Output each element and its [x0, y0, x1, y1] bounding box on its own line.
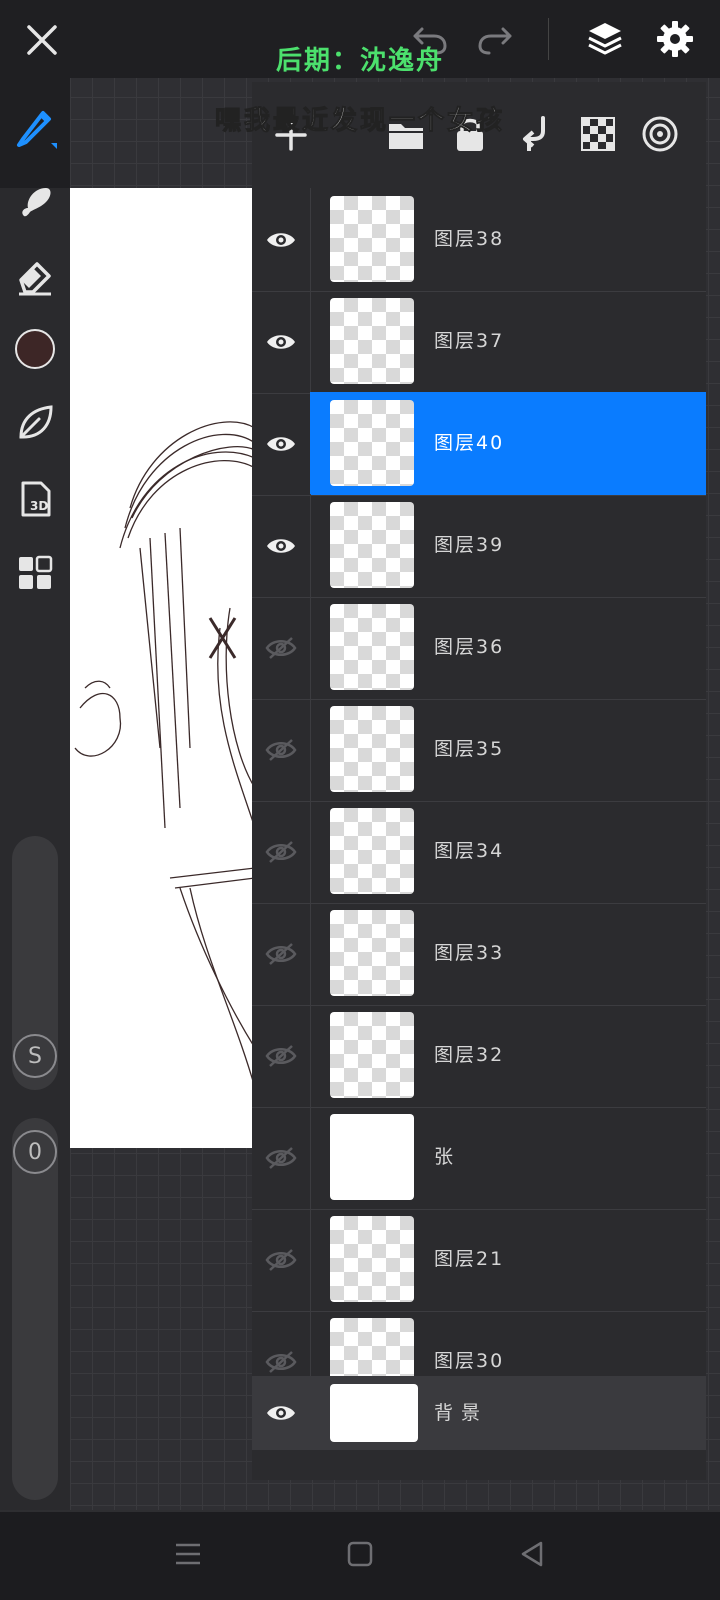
- layer-row[interactable]: 图层38: [252, 188, 706, 292]
- layer-row[interactable]: 图层35: [252, 698, 706, 802]
- svg-text:3D: 3D: [30, 499, 48, 513]
- visibility-hidden-icon[interactable]: [252, 596, 311, 699]
- layer-name: 张: [434, 1146, 456, 1168]
- layer-name: 图层33: [434, 942, 505, 964]
- layer-thumbnail: [330, 1114, 414, 1200]
- top-caption: 后期：沈逸舟: [275, 46, 444, 76]
- drawing-canvas[interactable]: [70, 188, 255, 1148]
- layer-thumbnail: [330, 196, 414, 282]
- leaf-icon[interactable]: [12, 400, 58, 446]
- visibility-hidden-icon[interactable]: [252, 800, 311, 903]
- layer-thumbnail: [330, 1012, 414, 1098]
- system-nav-bar: [0, 1512, 720, 1600]
- layer-main[interactable]: 图层36: [310, 596, 706, 699]
- layer-thumbnail: [330, 604, 414, 690]
- layer-main[interactable]: 图层32: [310, 1004, 706, 1107]
- layer-thumbnail: [330, 298, 414, 384]
- opacity-slider-label: 0: [28, 1139, 42, 1165]
- layer-thumbnail: [330, 910, 414, 996]
- visibility-hidden-icon[interactable]: [252, 1208, 311, 1311]
- layer-row[interactable]: 图层33: [252, 902, 706, 1006]
- layer-main[interactable]: 图层40: [310, 392, 706, 495]
- size-slider-handle[interactable]: S: [13, 1034, 57, 1078]
- layer-name: 图层39: [434, 534, 505, 556]
- visibility-hidden-icon[interactable]: [252, 1106, 311, 1209]
- visibility-eye-icon[interactable]: [252, 1376, 310, 1450]
- layer-main[interactable]: 图层39: [310, 494, 706, 597]
- size-slider-label: S: [28, 1043, 42, 1069]
- layer-row[interactable]: 图层40: [252, 392, 706, 496]
- layer-thumbnail: [330, 1384, 418, 1442]
- layer-main[interactable]: 图层35: [310, 698, 706, 801]
- layer-row[interactable]: 图层32: [252, 1004, 706, 1108]
- layer-main[interactable]: 张: [310, 1106, 706, 1209]
- visibility-hidden-icon[interactable]: [252, 1004, 311, 1107]
- visibility-hidden-icon[interactable]: [252, 698, 311, 801]
- subtitle-caption: 嘿我最近发现一个女孩: [214, 106, 505, 137]
- visibility-eye-icon[interactable]: [252, 290, 311, 393]
- layer-row[interactable]: 图层39: [252, 494, 706, 598]
- layer-main[interactable]: 图层37: [310, 290, 706, 393]
- layer-name: 背景: [434, 1402, 489, 1424]
- 3d-icon[interactable]: 3D: [12, 476, 58, 522]
- visibility-eye-icon[interactable]: [252, 188, 311, 291]
- layer-row[interactable]: 背景: [252, 1376, 706, 1450]
- layer-name: 图层40: [434, 432, 505, 454]
- layer-name: 图层38: [434, 228, 505, 250]
- layer-thumbnail: [330, 502, 414, 588]
- layer-name: 图层34: [434, 840, 505, 862]
- layer-row[interactable]: 图层34: [252, 800, 706, 904]
- layer-name: 图层36: [434, 636, 505, 658]
- layer-row[interactable]: 张: [252, 1106, 706, 1210]
- layer-name: 图层21: [434, 1248, 505, 1270]
- back-icon[interactable]: [512, 1534, 552, 1574]
- visibility-eye-icon[interactable]: [252, 392, 311, 495]
- layer-thumbnail: [330, 808, 414, 894]
- eraser-icon[interactable]: [12, 253, 58, 299]
- layer-name: 图层32: [434, 1044, 505, 1066]
- visibility-eye-icon[interactable]: [252, 494, 311, 597]
- layer-main[interactable]: 背景: [310, 1376, 706, 1450]
- layer-thumbnail: [330, 400, 414, 486]
- tool-sidebar: 3D S 0: [0, 78, 70, 1510]
- opacity-slider-handle[interactable]: 0: [13, 1130, 57, 1174]
- layer-main[interactable]: 图层38: [310, 188, 706, 291]
- layer-row[interactable]: 图层37: [252, 290, 706, 394]
- layer-main[interactable]: 图层33: [310, 902, 706, 1005]
- layer-name: 图层37: [434, 330, 505, 352]
- layer-main[interactable]: 图层34: [310, 800, 706, 903]
- layer-main[interactable]: 图层21: [310, 1208, 706, 1311]
- menu-icon[interactable]: [168, 1534, 208, 1574]
- grid-icon[interactable]: [12, 550, 58, 596]
- opacity-slider[interactable]: 0: [12, 1118, 58, 1500]
- sketch-artwork: [74, 421, 255, 1089]
- layer-thumbnail: [330, 706, 414, 792]
- layer-name: 图层35: [434, 738, 505, 760]
- visibility-hidden-icon[interactable]: [252, 902, 311, 1005]
- brush-size-slider[interactable]: S: [12, 836, 58, 1090]
- color-swatch[interactable]: [12, 326, 58, 372]
- smudge-icon[interactable]: [12, 178, 58, 224]
- layer-row[interactable]: 图层36: [252, 596, 706, 700]
- home-icon[interactable]: [340, 1534, 380, 1574]
- layer-row[interactable]: 图层21: [252, 1208, 706, 1312]
- layer-thumbnail: [330, 1216, 414, 1302]
